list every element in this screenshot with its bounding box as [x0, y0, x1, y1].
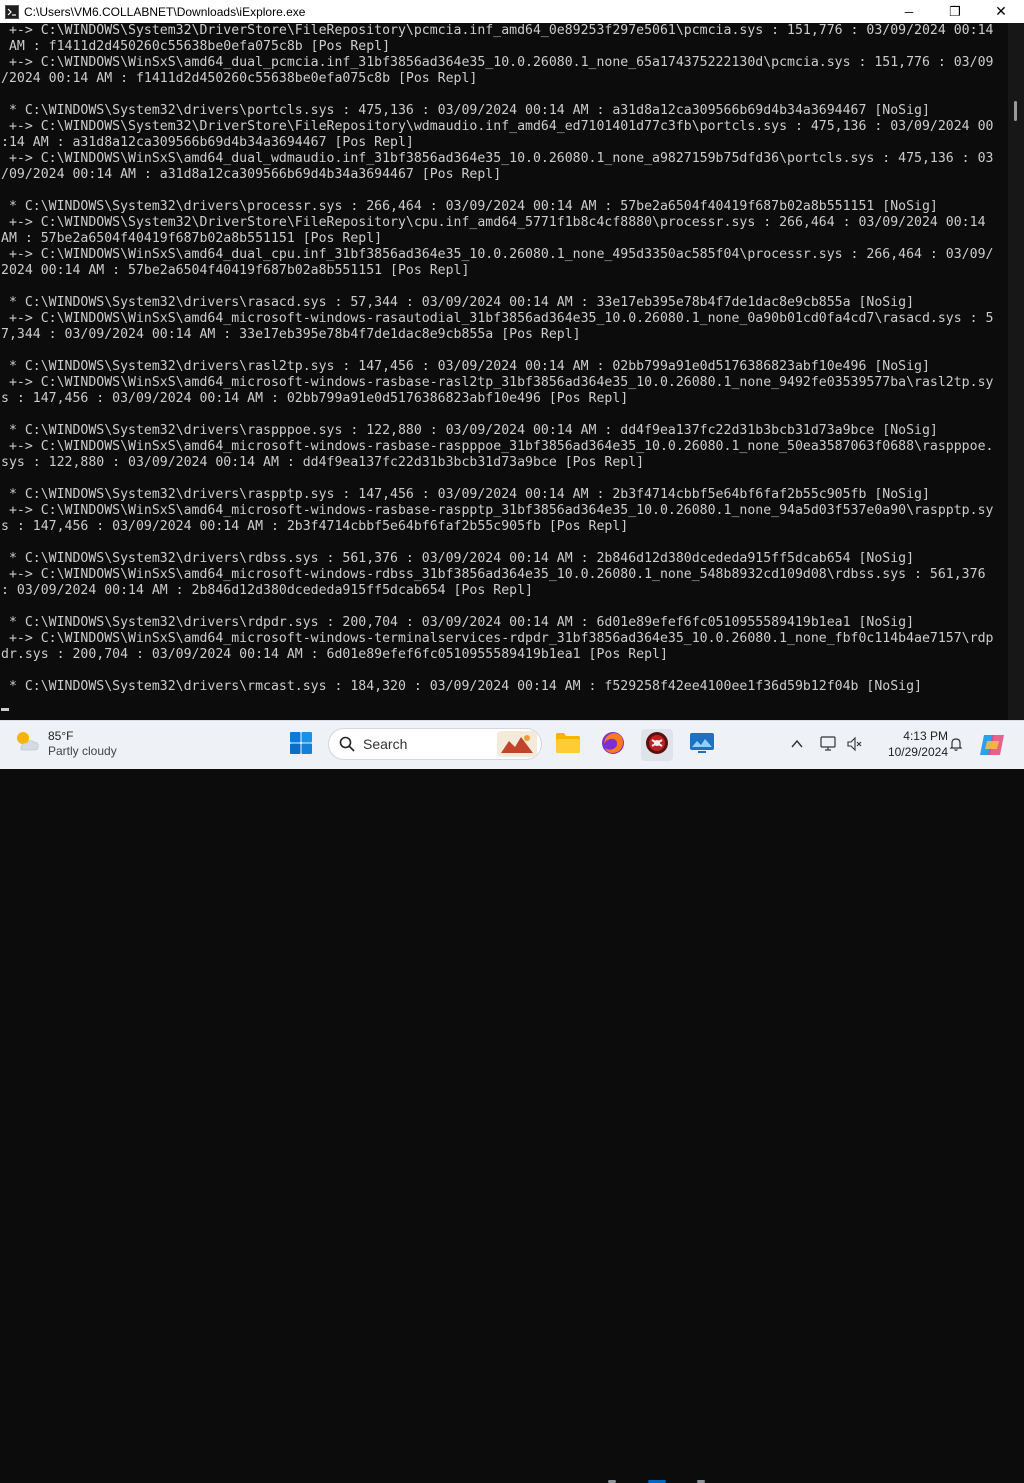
console-line: s : 147,456 : 03/09/2024 00:14 AM : 2b3f…: [1, 519, 629, 534]
weather-widget[interactable]: 85°F Partly cloudy: [12, 727, 117, 760]
console-line: /2024 00:14 AM : f1411d2d450260c55638be0…: [1, 71, 478, 86]
console-line: +-> C:\WINDOWS\WinSxS\amd64_microsoft-wi…: [1, 311, 994, 326]
copilot-icon[interactable]: [978, 731, 1006, 764]
console-line: +-> C:\WINDOWS\System32\DriverStore\File…: [1, 119, 994, 134]
console-output[interactable]: +-> C:\WINDOWS\System32\DriverStore\File…: [0, 23, 1008, 720]
taskbar-search[interactable]: Search: [328, 728, 542, 760]
console-line: +-> C:\WINDOWS\WinSxS\amd64_microsoft-wi…: [1, 503, 994, 518]
text-cursor: [1, 708, 9, 711]
console-line: * C:\WINDOWS\System32\drivers\processr.s…: [1, 199, 938, 214]
title-bar[interactable]: C:\Users\VM6.COLLABNET\Downloads\iExplor…: [0, 0, 1024, 23]
clock-date: 10/29/2024: [887, 745, 948, 759]
search-highlight-image-icon: [497, 731, 537, 761]
console-line: AM : f1411d2d450260c55638be0efa075c8b [P…: [1, 39, 391, 54]
windows-logo-icon: [289, 731, 313, 760]
console-app-icon: [4, 4, 20, 20]
console-line: +-> C:\WINDOWS\System32\DriverStore\File…: [1, 23, 994, 38]
maximize-button[interactable]: ❐: [932, 0, 978, 23]
console-line: +-> C:\WINDOWS\WinSxS\amd64_microsoft-wi…: [1, 631, 994, 646]
taskbar-remote-desktop[interactable]: [686, 729, 718, 761]
console-line: s : 147,456 : 03/09/2024 00:14 AM : 02bb…: [1, 391, 629, 406]
console-line: * C:\WINDOWS\System32\drivers\rasacd.sys…: [1, 295, 915, 310]
console-line: /09/2024 00:14 AM : a31d8a12ca309566b69d…: [1, 167, 502, 182]
taskbar-firefox[interactable]: [597, 729, 629, 761]
console-line: * C:\WINDOWS\System32\drivers\rdbss.sys …: [1, 551, 915, 566]
console-line: 2024 00:14 AM : 57be2a6504f40419f687b02a…: [1, 263, 470, 278]
console-line: 7,344 : 03/09/2024 00:14 AM : 33e17eb395…: [1, 327, 581, 342]
iexplore-app-icon: [644, 730, 670, 761]
chevron-up-icon[interactable]: [790, 737, 804, 756]
console-line: +-> C:\WINDOWS\WinSxS\amd64_dual_pcmcia.…: [1, 55, 994, 70]
console-line: * C:\WINDOWS\System32\drivers\raspptp.sy…: [1, 487, 930, 502]
remote-desktop-icon: [689, 732, 715, 759]
clock-time: 4:13 PM: [903, 729, 948, 743]
weather-condition: Partly cloudy: [48, 743, 117, 758]
console-line: +-> C:\WINDOWS\WinSxS\amd64_dual_wdmaudi…: [1, 151, 994, 166]
console-line: dr.sys : 200,704 : 03/09/2024 00:14 AM :…: [1, 647, 668, 662]
vertical-scrollbar[interactable]: [1008, 23, 1024, 720]
firefox-icon: [600, 730, 626, 761]
search-label: Search: [363, 736, 408, 752]
console-line: : 03/09/2024 00:14 AM : 2b846d12d380dced…: [1, 583, 533, 598]
close-button[interactable]: ✕: [978, 0, 1024, 23]
close-icon: ✕: [995, 3, 1007, 19]
restore-icon: ❐: [949, 3, 961, 19]
notification-bell-icon[interactable]: [948, 736, 964, 757]
network-icon[interactable]: [820, 735, 838, 758]
console-line: +-> C:\WINDOWS\WinSxS\amd64_microsoft-wi…: [1, 375, 994, 390]
system-clock[interactable]: 4:13 PM 10/29/2024: [872, 728, 948, 760]
minimize-button[interactable]: ─: [886, 0, 932, 23]
console-line: * C:\WINDOWS\System32\drivers\rasl2tp.sy…: [1, 359, 930, 374]
console-line: +-> C:\WINDOWS\WinSxS\amd64_dual_cpu.inf…: [1, 247, 994, 262]
volume-muted-icon[interactable]: [846, 736, 862, 757]
search-icon: [339, 736, 355, 752]
console-line: +-> C:\WINDOWS\WinSxS\amd64_microsoft-wi…: [1, 567, 986, 582]
console-line: * C:\WINDOWS\System32\drivers\rdpdr.sys …: [1, 615, 915, 630]
folder-icon: [555, 732, 581, 759]
console-line: AM : 57be2a6504f40419f687b02a8b551151 [P…: [1, 231, 383, 246]
minimize-icon: ─: [904, 4, 914, 19]
console-line: +-> C:\WINDOWS\System32\DriverStore\File…: [1, 215, 986, 230]
window-title: C:\Users\VM6.COLLABNET\Downloads\iExplor…: [24, 4, 306, 19]
partly-cloudy-icon: [12, 727, 40, 760]
console-line: :14 AM : a31d8a12ca309566b69d4b34a369446…: [1, 135, 414, 150]
console-line: * C:\WINDOWS\System32\drivers\raspppoe.s…: [1, 423, 938, 438]
console-line: +-> C:\WINDOWS\WinSxS\amd64_microsoft-wi…: [1, 439, 994, 454]
console-line: * C:\WINDOWS\System32\drivers\rmcast.sys…: [1, 679, 922, 694]
start-button[interactable]: [285, 729, 317, 761]
weather-temperature: 85°F: [48, 728, 74, 743]
scrollbar-thumb[interactable]: [1014, 101, 1017, 121]
console-line: * C:\WINDOWS\System32\drivers\portcls.sy…: [1, 103, 930, 118]
console-line: sys : 122,880 : 03/09/2024 00:14 AM : dd…: [1, 455, 645, 470]
taskbar-iexplore-app[interactable]: [641, 729, 673, 761]
taskbar-file-explorer[interactable]: [552, 729, 584, 761]
